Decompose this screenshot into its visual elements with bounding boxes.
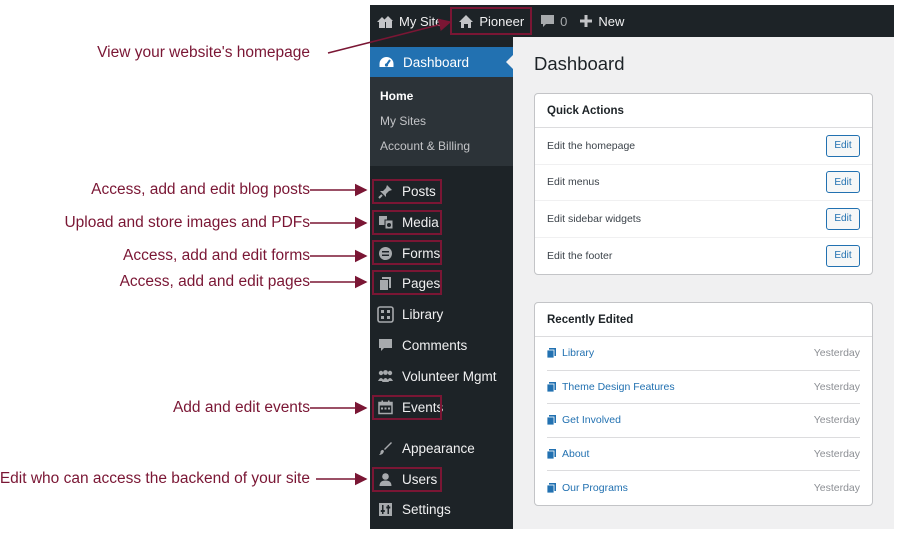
quick-action-label: Edit the footer [547, 249, 613, 262]
grid-icon [377, 305, 394, 323]
page-title: Dashboard [534, 53, 625, 74]
menu-dashboard[interactable]: Dashboard [370, 47, 513, 77]
highlight-media [372, 210, 442, 235]
menu-volunteer-mgmt[interactable]: Volunteer Mgmt [370, 363, 513, 389]
quick-action-label: Edit the homepage [547, 139, 636, 152]
highlight-posts [372, 179, 442, 204]
menu-appearance-label: Appearance [402, 440, 475, 456]
annotation-homepage: View your website's homepage [97, 44, 310, 61]
recent-item-date: Yesterday [813, 380, 860, 393]
recent-item: About Yesterday [547, 438, 860, 471]
quick-action-row: Edit menus Edit [535, 165, 872, 201]
recent-item-name: Our Programs [562, 481, 628, 494]
annotation-events: Add and edit events [172, 399, 310, 416]
quick-actions-title: Quick Actions [535, 94, 872, 128]
recently-edited-card: Recently Edited Library Yesterday Theme … [534, 302, 873, 506]
home-icon [458, 14, 474, 29]
menu-volunteer-mgmt-label: Volunteer Mgmt [402, 368, 497, 384]
main-content: Dashboard Quick Actions Edit the homepag… [513, 37, 894, 529]
recent-item: Theme Design Features Yesterday [547, 371, 860, 404]
recent-item-date: Yesterday [813, 447, 860, 460]
menu-comments[interactable]: Comments [370, 332, 513, 358]
settings-icon [377, 501, 394, 518]
quick-action-label: Edit sidebar widgets [547, 212, 641, 225]
comment-icon [377, 337, 394, 354]
plus-icon [579, 14, 593, 28]
site-name-label: Pioneer [479, 13, 525, 29]
new-content-menu[interactable]: New [573, 5, 630, 37]
recently-edited-title: Recently Edited [535, 303, 872, 337]
page-icon [547, 348, 556, 359]
comments-menu[interactable]: 0 [534, 5, 573, 37]
menu-comments-label: Comments [402, 337, 468, 353]
menu-library[interactable]: Library [370, 301, 513, 327]
annotation-media: Upload and store images and PDFs [64, 214, 310, 231]
edit-footer-button[interactable]: Edit [826, 244, 860, 267]
submenu-my-sites[interactable]: My Sites [380, 114, 426, 128]
people-icon [377, 368, 394, 385]
recent-item-name: Get Involved [562, 414, 621, 427]
highlight-pages [372, 270, 442, 295]
gauge-icon [378, 54, 395, 71]
recent-item-date: Yesterday [813, 347, 860, 360]
recent-item-link[interactable]: Library [547, 347, 594, 359]
page-icon [547, 448, 556, 459]
page-icon [547, 381, 556, 392]
menu-appearance[interactable]: Appearance [370, 435, 513, 461]
page-icon [547, 482, 556, 493]
brush-icon [377, 440, 394, 457]
recent-item-name: About [562, 447, 590, 460]
page-icon [547, 415, 556, 426]
menu-library-label: Library [402, 306, 444, 322]
recent-item-link[interactable]: Theme Design Features [547, 381, 675, 393]
submenu-home[interactable]: Home [380, 89, 413, 103]
comment-bubble-icon [540, 14, 555, 29]
edit-sidebar-widgets-button[interactable]: Edit [826, 207, 860, 230]
sites-icon [376, 13, 394, 29]
my-site-menu[interactable]: My Site [370, 5, 448, 37]
page: View your website's homepage Access, add… [0, 0, 900, 534]
recent-item-link[interactable]: Get Involved [547, 414, 621, 426]
site-name-menu[interactable]: Pioneer [448, 5, 534, 37]
highlight-events [372, 395, 442, 420]
comments-count: 0 [560, 13, 568, 29]
annotation-pages: Access, add and edit pages [119, 273, 310, 290]
highlight-forms [372, 240, 442, 265]
quick-action-row: Edit sidebar widgets Edit [535, 201, 872, 238]
recent-item: Our Programs Yesterday [547, 471, 860, 505]
quick-actions-card: Quick Actions Edit the homepage Edit Edi… [534, 93, 873, 275]
recent-item: Get Involved Yesterday [547, 404, 860, 438]
my-site-label: My Site [399, 13, 443, 29]
annotation-posts: Access, add and edit blog posts [91, 181, 310, 198]
annotation-forms: Access, add and edit forms [123, 247, 310, 264]
recent-item: Library Yesterday [547, 337, 860, 371]
edit-homepage-button[interactable]: Edit [826, 134, 860, 157]
recent-item-link[interactable]: About [547, 448, 589, 460]
menu-settings[interactable]: Settings [370, 496, 513, 522]
quick-action-label: Edit menus [547, 176, 600, 189]
new-label: New [598, 13, 625, 29]
recent-item-date: Yesterday [813, 481, 860, 494]
admin-bar: My Site Pioneer 0 New [370, 5, 894, 37]
recent-item-date: Yesterday [813, 414, 860, 427]
recent-item-link[interactable]: Our Programs [547, 482, 628, 494]
highlight-users [372, 467, 442, 492]
recent-item-name: Theme Design Features [562, 380, 675, 393]
admin-sidebar: Dashboard Home My Sites Account & Billin… [370, 37, 513, 529]
submenu-account-billing[interactable]: Account & Billing [380, 139, 470, 153]
recent-item-name: Library [562, 347, 595, 360]
dashboard-submenu: Home My Sites Account & Billing [370, 77, 513, 166]
quick-action-row: Edit the homepage Edit [535, 128, 872, 165]
quick-action-row: Edit the footer Edit [535, 238, 872, 275]
edit-menus-button[interactable]: Edit [826, 171, 860, 194]
menu-dashboard-label: Dashboard [403, 54, 470, 70]
annotation-users: Edit who can access the backend of your … [0, 470, 310, 487]
menu-settings-label: Settings [402, 501, 451, 517]
